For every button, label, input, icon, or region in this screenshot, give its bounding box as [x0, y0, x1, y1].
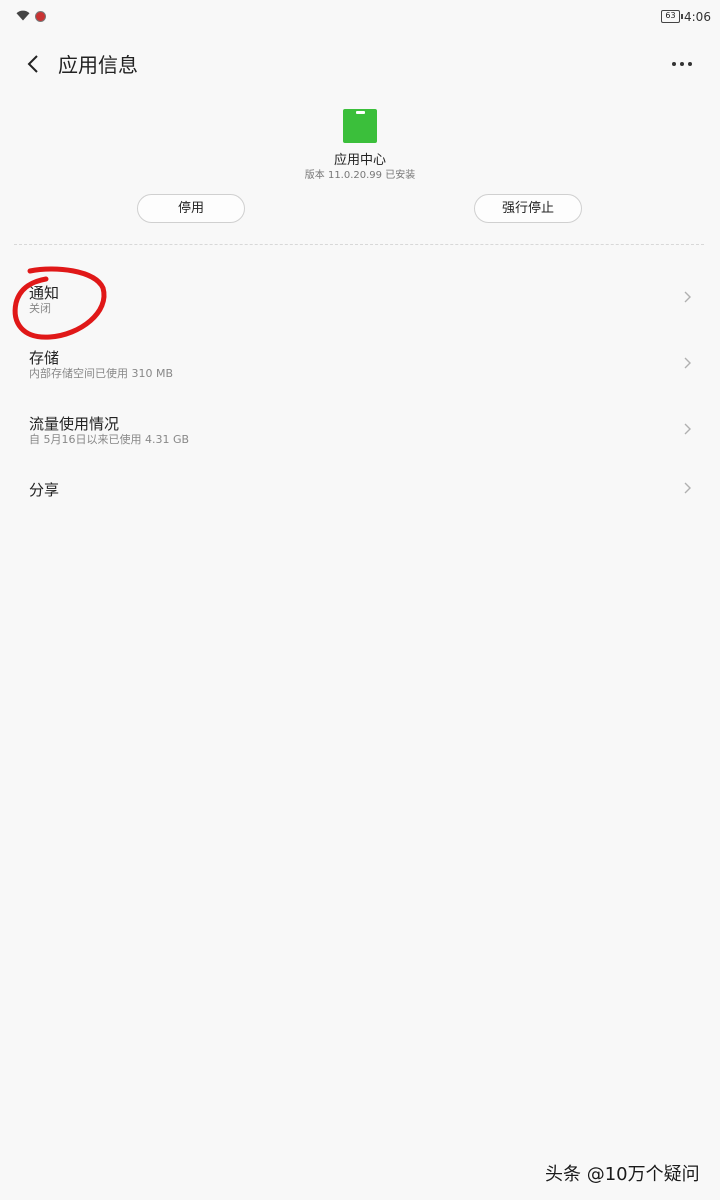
row-subtitle: 关闭 [29, 302, 51, 315]
disable-button[interactable]: 停用 [137, 194, 245, 223]
wifi-icon [16, 10, 30, 21]
status-time: 4:06 [684, 10, 711, 24]
row-data-usage[interactable]: 流量使用情况 自 5月16日以来已使用 4.31 GB [0, 404, 720, 464]
app-version: 版本 11.0.20.99 已安装 [304, 170, 416, 181]
row-share[interactable]: 分享 [0, 460, 720, 520]
battery-icon: 63 [661, 10, 683, 23]
notification-app-icon [35, 11, 46, 22]
chevron-right-icon [684, 423, 691, 435]
back-arrow-icon[interactable] [20, 50, 48, 78]
divider [14, 244, 704, 245]
row-storage[interactable]: 存储 内部存储空间已使用 310 MB [0, 338, 720, 398]
row-notifications[interactable]: 通知 关闭 [0, 272, 720, 332]
row-subtitle: 自 5月16日以来已使用 4.31 GB [29, 433, 190, 446]
app-bar: 应用信息 [0, 40, 720, 88]
row-subtitle: 内部存储空间已使用 310 MB [29, 367, 174, 380]
chevron-right-icon [684, 357, 691, 369]
row-title: 分享 [29, 481, 60, 499]
status-bar: 63 4:06 [0, 0, 720, 34]
app-center-icon [343, 109, 377, 143]
page-title: 应用信息 [58, 53, 138, 77]
force-stop-button[interactable]: 强行停止 [474, 194, 582, 223]
chevron-right-icon [684, 291, 691, 303]
more-options-icon[interactable] [666, 50, 698, 78]
chevron-right-icon [684, 482, 691, 494]
watermark: 头条 @10万个疑问 [545, 1164, 700, 1185]
